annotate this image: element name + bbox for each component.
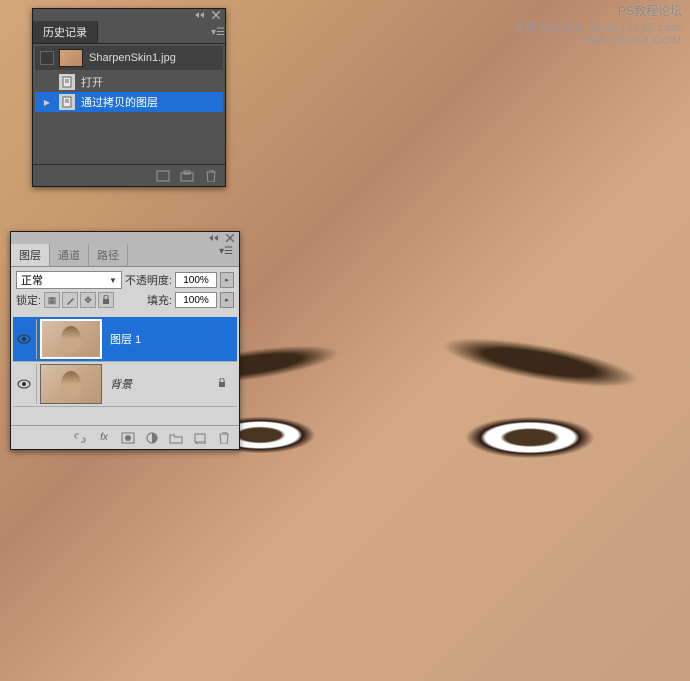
layer-name[interactable]: 背景 (110, 376, 132, 392)
snapshot-icon[interactable] (179, 169, 195, 183)
fill-label: 填充: (147, 292, 172, 308)
document-filename: SharpenSkin1.jpg (89, 52, 176, 64)
lock-icon (217, 378, 227, 391)
trash-icon[interactable] (203, 169, 219, 183)
lock-transparent-icon[interactable]: ▦ (44, 292, 60, 308)
layer-copy-icon (59, 94, 75, 110)
history-marker-current: ▶ (40, 95, 54, 109)
new-layer-icon[interactable] (191, 430, 209, 446)
layer-mask-icon[interactable] (119, 430, 137, 446)
visibility-toggle[interactable] (15, 330, 33, 348)
lock-position-icon[interactable]: ✥ (80, 292, 96, 308)
visibility-toggle[interactable] (15, 375, 33, 393)
layer-name[interactable]: 图层 1 (110, 331, 141, 347)
fill-input[interactable]: 100% (175, 292, 217, 308)
opacity-input[interactable]: 100% (175, 272, 217, 288)
opacity-slider-icon[interactable]: ▸ (220, 272, 234, 288)
layer-row-1[interactable]: 图层 1 (13, 317, 237, 362)
close-icon[interactable] (210, 11, 222, 19)
collapse-icon[interactable] (208, 234, 220, 242)
chevron-down-icon: ▼ (109, 276, 117, 285)
layer-row-background[interactable]: 背景 (13, 362, 237, 407)
snapshot-checkbox[interactable] (40, 51, 54, 65)
paths-tab[interactable]: 路径 (89, 244, 128, 266)
close-icon[interactable] (224, 234, 236, 242)
layer-thumbnail[interactable] (40, 364, 102, 404)
history-item-copy-layer[interactable]: ▶ 通过拷贝的图层 (35, 92, 223, 112)
panel-topbar (11, 232, 239, 244)
lock-all-icon[interactable] (98, 292, 114, 308)
history-item-open[interactable]: 打开 (35, 72, 223, 92)
panel-topbar (33, 9, 225, 21)
history-document-header[interactable]: SharpenSkin1.jpg (35, 46, 223, 70)
document-thumbnail (59, 49, 83, 67)
panel-menu-icon[interactable]: ▾☰ (211, 21, 225, 43)
layer-fx-icon[interactable]: fx (95, 430, 113, 446)
history-marker (40, 75, 54, 89)
history-item-label: 通过拷贝的图层 (81, 94, 158, 110)
layers-panel: 图层 通道 路径 ▾☰ 正常 ▼ 不透明度: 100% ▸ 锁定: ▦ ✥ (10, 231, 240, 450)
collapse-icon[interactable] (194, 11, 206, 19)
group-icon[interactable] (167, 430, 185, 446)
history-panel: 历史记录 ▾☰ SharpenSkin1.jpg 打开 ▶ 通过拷贝的图层 (32, 8, 226, 187)
blend-mode-dropdown[interactable]: 正常 ▼ (16, 271, 122, 289)
fill-slider-icon[interactable]: ▸ (220, 292, 234, 308)
layers-tab[interactable]: 图层 (11, 244, 50, 266)
history-tab[interactable]: 历史记录 (33, 21, 98, 43)
panel-menu-icon[interactable]: ▾☰ (213, 244, 239, 266)
watermark: PS教程论坛 思缘设计论坛 www.16xx8.com BBS.16XX8.CO… (513, 2, 682, 47)
layer-thumbnail[interactable] (40, 319, 102, 359)
lock-label: 锁定: (16, 292, 41, 308)
history-item-label: 打开 (81, 74, 103, 90)
adjustment-layer-icon[interactable] (143, 430, 161, 446)
lock-pixels-icon[interactable] (62, 292, 78, 308)
trash-icon[interactable] (215, 430, 233, 446)
open-icon (59, 74, 75, 90)
create-document-icon[interactable] (155, 169, 171, 183)
link-layers-icon[interactable] (71, 430, 89, 446)
opacity-label: 不透明度: (125, 272, 172, 288)
channels-tab[interactable]: 通道 (50, 244, 89, 266)
